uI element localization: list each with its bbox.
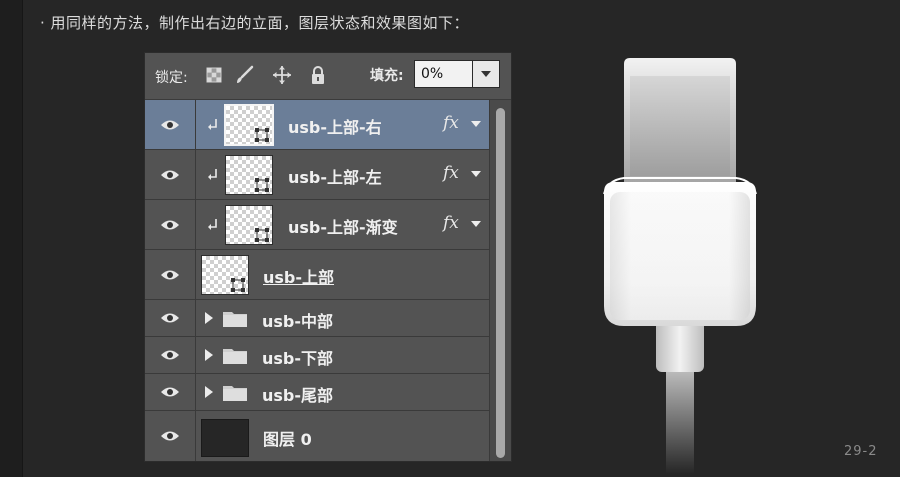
layer-row[interactable]: 图层 0: [145, 411, 489, 461]
visibility-eye-icon[interactable]: [145, 100, 196, 149]
expand-effects-arrow-icon[interactable]: [471, 221, 481, 227]
expand-effects-arrow-icon[interactable]: [471, 171, 481, 177]
layer-name: usb-上部: [263, 268, 335, 287]
layer-row[interactable]: usb-上部-左 fx: [145, 150, 489, 200]
layers-panel: 锁定: 填充: 0% usb-上部-右 fx usb-上部-左 fx usb-上…: [144, 52, 512, 462]
layers-panel-toolbar: 锁定: 填充: 0%: [145, 53, 511, 100]
visibility-eye-icon[interactable]: [145, 300, 196, 336]
layer-thumbnail: [225, 205, 273, 245]
usb-connector-illustration: [603, 58, 757, 474]
layer-name: usb-尾部: [262, 386, 334, 405]
folder-icon: [223, 312, 247, 327]
visibility-eye-icon[interactable]: [145, 374, 196, 410]
shape-layer-icon: [231, 278, 245, 292]
layer-thumbnail: [225, 155, 273, 195]
visibility-eye-icon[interactable]: [145, 150, 196, 199]
layer-row[interactable]: usb-上部: [145, 250, 489, 300]
layer-thumbnail: [224, 104, 274, 146]
chevron-down-icon: [481, 71, 491, 77]
folder-icon: [223, 349, 247, 364]
layer-effects-icon[interactable]: fx: [443, 163, 459, 183]
instruction-caption: · 用同样的方法，制作出右边的立面，图层状态和效果图如下：: [40, 14, 470, 32]
left-margin-strip: [0, 0, 23, 477]
shape-layer-icon: [255, 128, 269, 142]
layer-name: usb-上部-左: [288, 168, 382, 187]
lock-image-pixels-brush-icon[interactable]: [234, 65, 254, 85]
clipping-mask-arrow-icon: [208, 219, 217, 230]
shape-layer-icon: [255, 228, 269, 242]
layer-row[interactable]: usb-上部-右 fx: [145, 100, 489, 150]
visibility-eye-icon[interactable]: [145, 200, 196, 249]
shape-layer-icon: [255, 178, 269, 192]
figure-number-label: 29-2: [844, 444, 878, 459]
clipping-mask-arrow-icon: [208, 119, 217, 130]
visibility-eye-icon[interactable]: [145, 411, 196, 461]
lock-transparent-pixels-icon[interactable]: [204, 65, 224, 85]
fill-opacity-dropdown-button[interactable]: [472, 60, 500, 88]
layer-effects-icon[interactable]: fx: [443, 213, 459, 233]
expand-group-triangle-icon[interactable]: [205, 349, 213, 361]
layers-list: usb-上部-右 fx usb-上部-左 fx usb-上部-渐变 fx usb…: [145, 100, 489, 461]
fill-label: 填充:: [370, 68, 404, 84]
layer-thumbnail: [201, 419, 249, 457]
layer-name: usb-上部-渐变: [288, 218, 398, 237]
expand-group-triangle-icon[interactable]: [205, 312, 213, 324]
scrollbar-thumb[interactable]: [496, 108, 505, 458]
visibility-eye-icon[interactable]: [145, 250, 196, 299]
layer-group-row[interactable]: usb-下部: [145, 337, 489, 374]
visibility-eye-icon[interactable]: [145, 337, 196, 373]
layer-group-row[interactable]: usb-尾部: [145, 374, 489, 411]
layer-row[interactable]: usb-上部-渐变 fx: [145, 200, 489, 250]
expand-effects-arrow-icon[interactable]: [471, 121, 481, 127]
layer-name: usb-中部: [262, 312, 334, 331]
layer-name: 图层 0: [263, 430, 312, 449]
lock-all-padlock-icon[interactable]: [308, 65, 328, 85]
layer-name: usb-上部-右: [288, 118, 382, 137]
layers-scrollbar[interactable]: [489, 100, 511, 461]
expand-group-triangle-icon[interactable]: [205, 386, 213, 398]
clipping-mask-arrow-icon: [208, 169, 217, 180]
layer-effects-icon[interactable]: fx: [443, 113, 459, 133]
layer-name: usb-下部: [262, 349, 334, 368]
lock-position-move-icon[interactable]: [272, 65, 292, 85]
layer-group-row[interactable]: usb-中部: [145, 300, 489, 337]
fill-opacity-input[interactable]: 0%: [414, 60, 474, 88]
lock-label: 锁定:: [155, 70, 188, 86]
layer-thumbnail: [201, 255, 249, 295]
folder-icon: [223, 386, 247, 401]
